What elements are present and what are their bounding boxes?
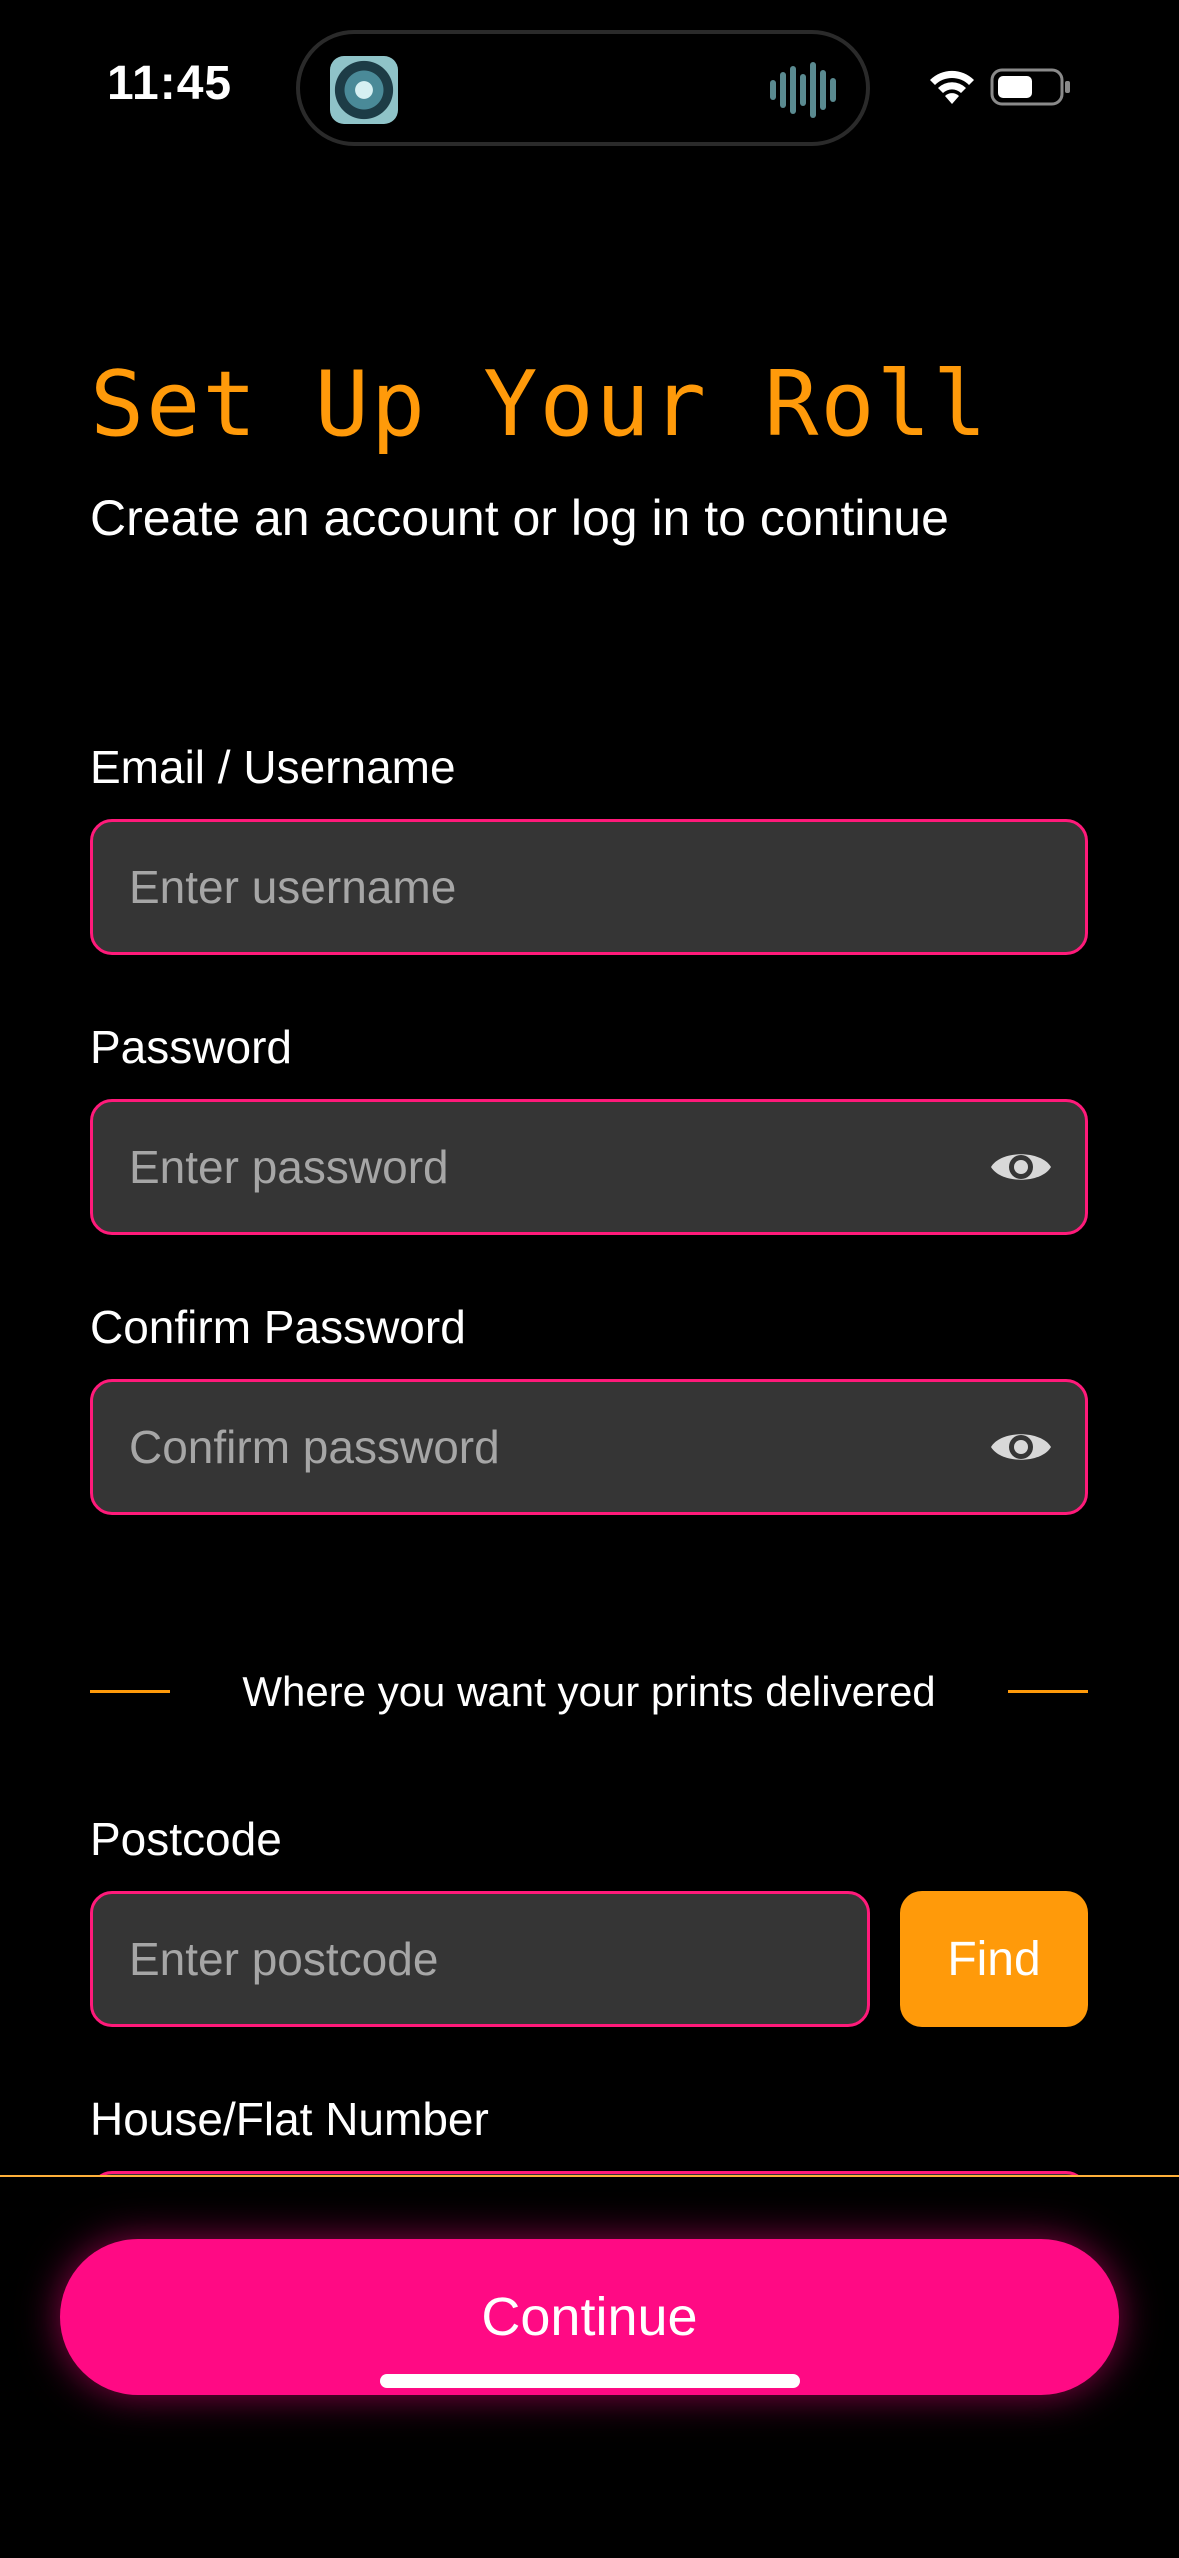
audio-waveform-icon	[770, 62, 836, 118]
status-bar: 11:45	[0, 0, 1179, 176]
wifi-icon	[930, 70, 974, 104]
footer: Continue	[0, 2175, 1179, 2558]
email-input[interactable]	[129, 822, 949, 952]
postcode-input[interactable]	[129, 1894, 829, 2024]
battery-icon	[990, 68, 1070, 106]
find-button[interactable]: Find	[900, 1891, 1088, 2027]
postcode-field[interactable]	[90, 1891, 870, 2027]
password-field[interactable]	[90, 1099, 1088, 1235]
confirm-password-label: Confirm Password	[90, 1301, 466, 1353]
email-field[interactable]	[90, 819, 1088, 955]
app-thumbnail-icon	[330, 56, 398, 124]
continue-button[interactable]: Continue	[60, 2239, 1119, 2395]
page-subtitle: Create an account or log in to continue	[90, 490, 949, 546]
status-time: 11:45	[107, 57, 233, 110]
house-number-label: House/Flat Number	[90, 2093, 489, 2145]
home-indicator	[380, 2374, 800, 2388]
eye-icon[interactable]	[989, 1424, 1053, 1470]
eye-icon[interactable]	[989, 1144, 1053, 1190]
password-input[interactable]	[129, 1102, 949, 1232]
confirm-password-field[interactable]	[90, 1379, 1088, 1515]
email-label: Email / Username	[90, 741, 456, 793]
confirm-password-input[interactable]	[129, 1382, 949, 1512]
postcode-label: Postcode	[90, 1813, 282, 1865]
delivery-divider-text: Where you want your prints delivered	[242, 1668, 936, 1715]
password-label: Password	[90, 1021, 292, 1073]
divider-line-right	[1008, 1690, 1088, 1693]
page-title: Set Up Your Roll	[90, 352, 989, 457]
delivery-divider: Where you want your prints delivered	[90, 1668, 1088, 1715]
dynamic-island	[296, 30, 870, 146]
